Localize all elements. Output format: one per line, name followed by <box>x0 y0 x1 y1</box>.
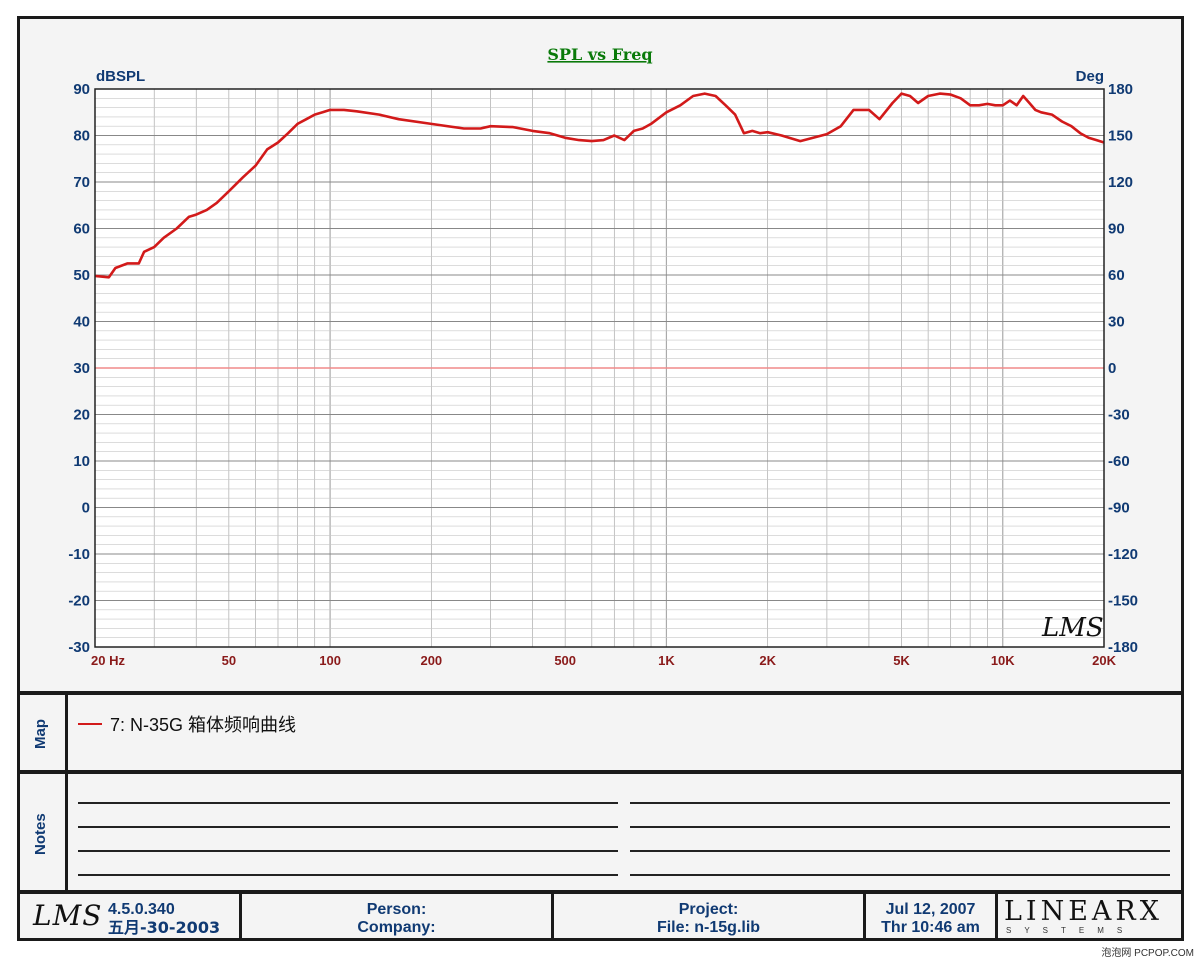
company-label: Company: <box>357 919 436 936</box>
y-tick-label: -10 <box>68 546 90 563</box>
x-tick-label: 20 Hz <box>91 653 125 668</box>
y-tick-label: 30 <box>73 360 90 377</box>
chart-lms-logo: LMS <box>1041 613 1104 643</box>
notes-label: Notes <box>32 813 49 855</box>
y-tick-label: 0 <box>82 500 90 517</box>
legend-label: 7: N-35G 箱体频响曲线 <box>110 715 297 735</box>
note-line[interactable] <box>630 874 1170 876</box>
y-tick-label: 90 <box>73 81 90 98</box>
y2-tick-label: 60 <box>1108 267 1125 284</box>
y-tick-labels: 90 80 70 60 50 40 30 20 10 0 -10 -20 -30 <box>68 81 90 656</box>
map-legend-entry[interactable]: 7: N-35G 箱体频响曲线 <box>78 711 296 737</box>
side-label-divider <box>65 694 68 891</box>
print-time: Thr 10:46 am <box>881 919 980 936</box>
y2-tick-label: 120 <box>1108 174 1133 191</box>
x-tick-label: 50 <box>222 653 236 668</box>
map-label: Map <box>32 719 49 749</box>
note-line[interactable] <box>630 826 1170 828</box>
x-tick-label: 20K <box>1092 653 1116 668</box>
y-axis-label: dBSPL <box>96 68 145 85</box>
chart-title: SPL vs Freq <box>547 45 652 64</box>
note-line[interactable] <box>78 802 618 804</box>
y2-tick-label: 180 <box>1108 81 1133 98</box>
y-tick-label: 40 <box>73 314 90 331</box>
y-tick-label: 60 <box>73 221 90 238</box>
y-tick-label: 80 <box>73 128 90 145</box>
y-tick-label: 70 <box>73 174 90 191</box>
spl-chart: 9080706050403020100-10-20-30 18015012090… <box>68 45 1138 668</box>
legend-swatch <box>78 723 102 725</box>
note-line[interactable] <box>78 850 618 852</box>
y2-tick-label: 30 <box>1108 314 1125 331</box>
y2-tick-label: 0 <box>1108 360 1116 377</box>
divider-chart-map <box>17 691 1184 695</box>
divider-notes-footer <box>17 890 1184 894</box>
y2-tick-label: -30 <box>1108 407 1130 424</box>
person-label: Person: <box>366 901 427 918</box>
note-line[interactable] <box>78 874 618 876</box>
note-line[interactable] <box>630 802 1170 804</box>
note-line[interactable] <box>630 850 1170 852</box>
version-number: 4.5.0.340 <box>108 901 175 918</box>
project-label: Project: <box>678 901 739 918</box>
y-tick-label: 20 <box>73 407 90 424</box>
y2-axis-label: Deg <box>1076 68 1104 85</box>
linearx-logo: LINEARX SYSTEMS <box>1004 898 1176 938</box>
y2-tick-label: -60 <box>1108 453 1130 470</box>
y2-tick-label: 90 <box>1108 221 1125 238</box>
file-label: File: n-15g.lib <box>656 919 761 936</box>
x-tick-label: 100 <box>319 653 341 668</box>
version-date: 五月-30-2003 <box>108 918 221 937</box>
x-tick-label: 10K <box>991 653 1015 668</box>
y-tick-label: -20 <box>68 593 90 610</box>
x-tick-label: 5K <box>893 653 910 668</box>
y2-tick-label: -90 <box>1108 500 1130 517</box>
y2-tick-label: -120 <box>1108 546 1138 563</box>
divider-map-notes <box>17 770 1184 774</box>
y2-tick-labels: 1801501209060300-30-60-90-120-150-180 <box>1108 81 1138 656</box>
print-date: Jul 12, 2007 <box>885 901 976 918</box>
linearx-systems: SYSTEMS <box>1006 926 1136 935</box>
watermark: 泡泡网 PCPOP.COM <box>1101 948 1194 959</box>
y2-tick-label: 150 <box>1108 128 1133 145</box>
linearx-wordmark: LINEARX <box>1004 896 1163 927</box>
y-tick-label: 10 <box>73 453 90 470</box>
note-line[interactable] <box>78 826 618 828</box>
x-tick-labels: 20 Hz 50 100 200 500 1K 2K 5K 10K 20K <box>91 653 1117 668</box>
y-tick-label: -30 <box>68 639 90 656</box>
y-tick-label: 50 <box>73 267 90 284</box>
x-tick-label: 500 <box>554 653 576 668</box>
x-tick-label: 2K <box>759 653 776 668</box>
footer-lms-logo: LMS <box>33 899 103 932</box>
footer-divider <box>995 894 998 940</box>
x-tick-label: 200 <box>420 653 442 668</box>
y2-tick-label: -150 <box>1108 593 1138 610</box>
x-tick-label: 1K <box>658 653 675 668</box>
